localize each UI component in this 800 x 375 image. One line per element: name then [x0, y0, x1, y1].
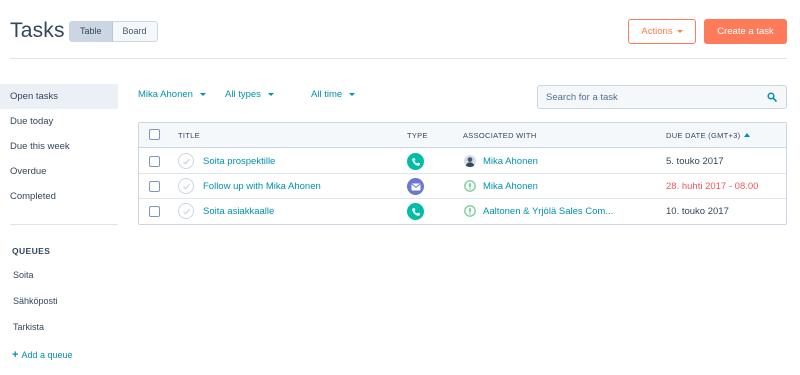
queue-item-tarkista[interactable]: Tarkista [13, 322, 44, 332]
queue-item-sahkoposti[interactable]: Sähköposti [13, 296, 58, 306]
view-board-button[interactable]: Board [112, 22, 157, 41]
phone-icon [407, 203, 424, 220]
column-header-type[interactable]: TYPE [407, 123, 428, 148]
select-all-checkbox[interactable] [149, 129, 160, 140]
associated-record-link[interactable]: Mika Ahonen [483, 174, 538, 199]
time-filter-dropdown[interactable]: All time [311, 89, 356, 100]
type-filter-dropdown[interactable]: All types [225, 89, 274, 100]
table-header: TITLE TYPE ASSOCIATED WITH DUE DATE (GMT… [139, 123, 786, 148]
caret-down-icon [199, 93, 206, 96]
header-divider [10, 58, 787, 59]
sidebar-divider [10, 224, 118, 225]
add-queue-link[interactable]: + Add a queue [12, 348, 73, 361]
row-checkbox[interactable] [149, 181, 160, 192]
phone-icon [407, 153, 424, 170]
column-header-associated[interactable]: ASSOCIATED WITH [463, 123, 537, 148]
table-row: Soita prospektille Mika Ahonen 5. touko … [139, 149, 786, 174]
actions-button[interactable]: Actions [628, 19, 696, 44]
caret-down-icon [349, 93, 356, 96]
row-checkbox[interactable] [149, 156, 160, 167]
sidebar-nav: Open tasks Due today Due this week Overd… [0, 84, 118, 209]
task-title-link[interactable]: Soita asiakkaalle [203, 199, 274, 224]
email-icon [407, 178, 424, 195]
mark-complete-toggle[interactable] [178, 178, 194, 194]
view-table-button[interactable]: Table [70, 22, 113, 41]
check-icon [183, 208, 191, 215]
due-date: 10. touko 2017 [666, 206, 729, 217]
table-row: Soita asiakkaalle Aaltonen & Yrjölä Sale… [139, 199, 786, 224]
add-queue-label: Add a queue [21, 350, 73, 360]
queue-item-soita[interactable]: Soita [13, 270, 34, 280]
owner-filter-dropdown[interactable]: Mika Ahonen [138, 89, 206, 100]
search-icon[interactable] [767, 92, 777, 102]
column-header-title[interactable]: TITLE [178, 123, 200, 148]
deal-icon [464, 180, 476, 192]
view-toggle: Table Board [69, 21, 158, 42]
sidebar-item-open-tasks[interactable]: Open tasks [0, 84, 118, 109]
actions-label: Actions [641, 26, 673, 37]
associated-record-link[interactable]: Aaltonen & Yrjölä Sales Com... [483, 199, 613, 224]
sidebar-item-overdue[interactable]: Overdue [0, 159, 118, 184]
contact-avatar [464, 155, 476, 167]
deal-icon [464, 205, 476, 217]
row-checkbox[interactable] [149, 206, 160, 217]
sidebar-item-due-today[interactable]: Due today [0, 109, 118, 134]
due-date: 5. touko 2017 [666, 156, 724, 167]
sidebar-item-completed[interactable]: Completed [0, 184, 118, 209]
sidebar-item-due-this-week[interactable]: Due this week [0, 134, 118, 159]
tasks-table: TITLE TYPE ASSOCIATED WITH DUE DATE (GMT… [138, 122, 787, 225]
due-date-header-label: DUE DATE (GMT+3) [666, 131, 741, 140]
caret-down-icon [676, 30, 683, 33]
mark-complete-toggle[interactable] [178, 153, 194, 169]
caret-down-icon [267, 93, 274, 96]
column-header-due-date[interactable]: DUE DATE (GMT+3) [666, 123, 751, 148]
search-input[interactable] [538, 86, 758, 108]
task-title-link[interactable]: Follow up with Mika Ahonen [203, 174, 321, 199]
search-box [537, 85, 787, 109]
queues-heading: QUEUES [12, 246, 51, 256]
page-title: Tasks [10, 19, 65, 42]
associated-record-link[interactable]: Mika Ahonen [483, 149, 538, 174]
task-title-link[interactable]: Soita prospektille [203, 149, 275, 174]
table-row: Follow up with Mika Ahonen Mika Ahonen 2… [139, 174, 786, 199]
mark-complete-toggle[interactable] [178, 203, 194, 219]
check-icon [183, 158, 191, 165]
page-header: Tasks Table Board Actions Create a task [0, 0, 800, 60]
sort-ascending-icon [744, 133, 751, 137]
time-filter-label: All time [311, 89, 343, 100]
type-filter-label: All types [225, 89, 261, 100]
owner-filter-label: Mika Ahonen [138, 89, 193, 100]
check-icon [183, 183, 191, 190]
due-date-overdue: 28. huhti 2017 - 08.00 [666, 181, 759, 192]
create-task-button[interactable]: Create a task [704, 19, 787, 44]
plus-icon: + [12, 348, 19, 361]
